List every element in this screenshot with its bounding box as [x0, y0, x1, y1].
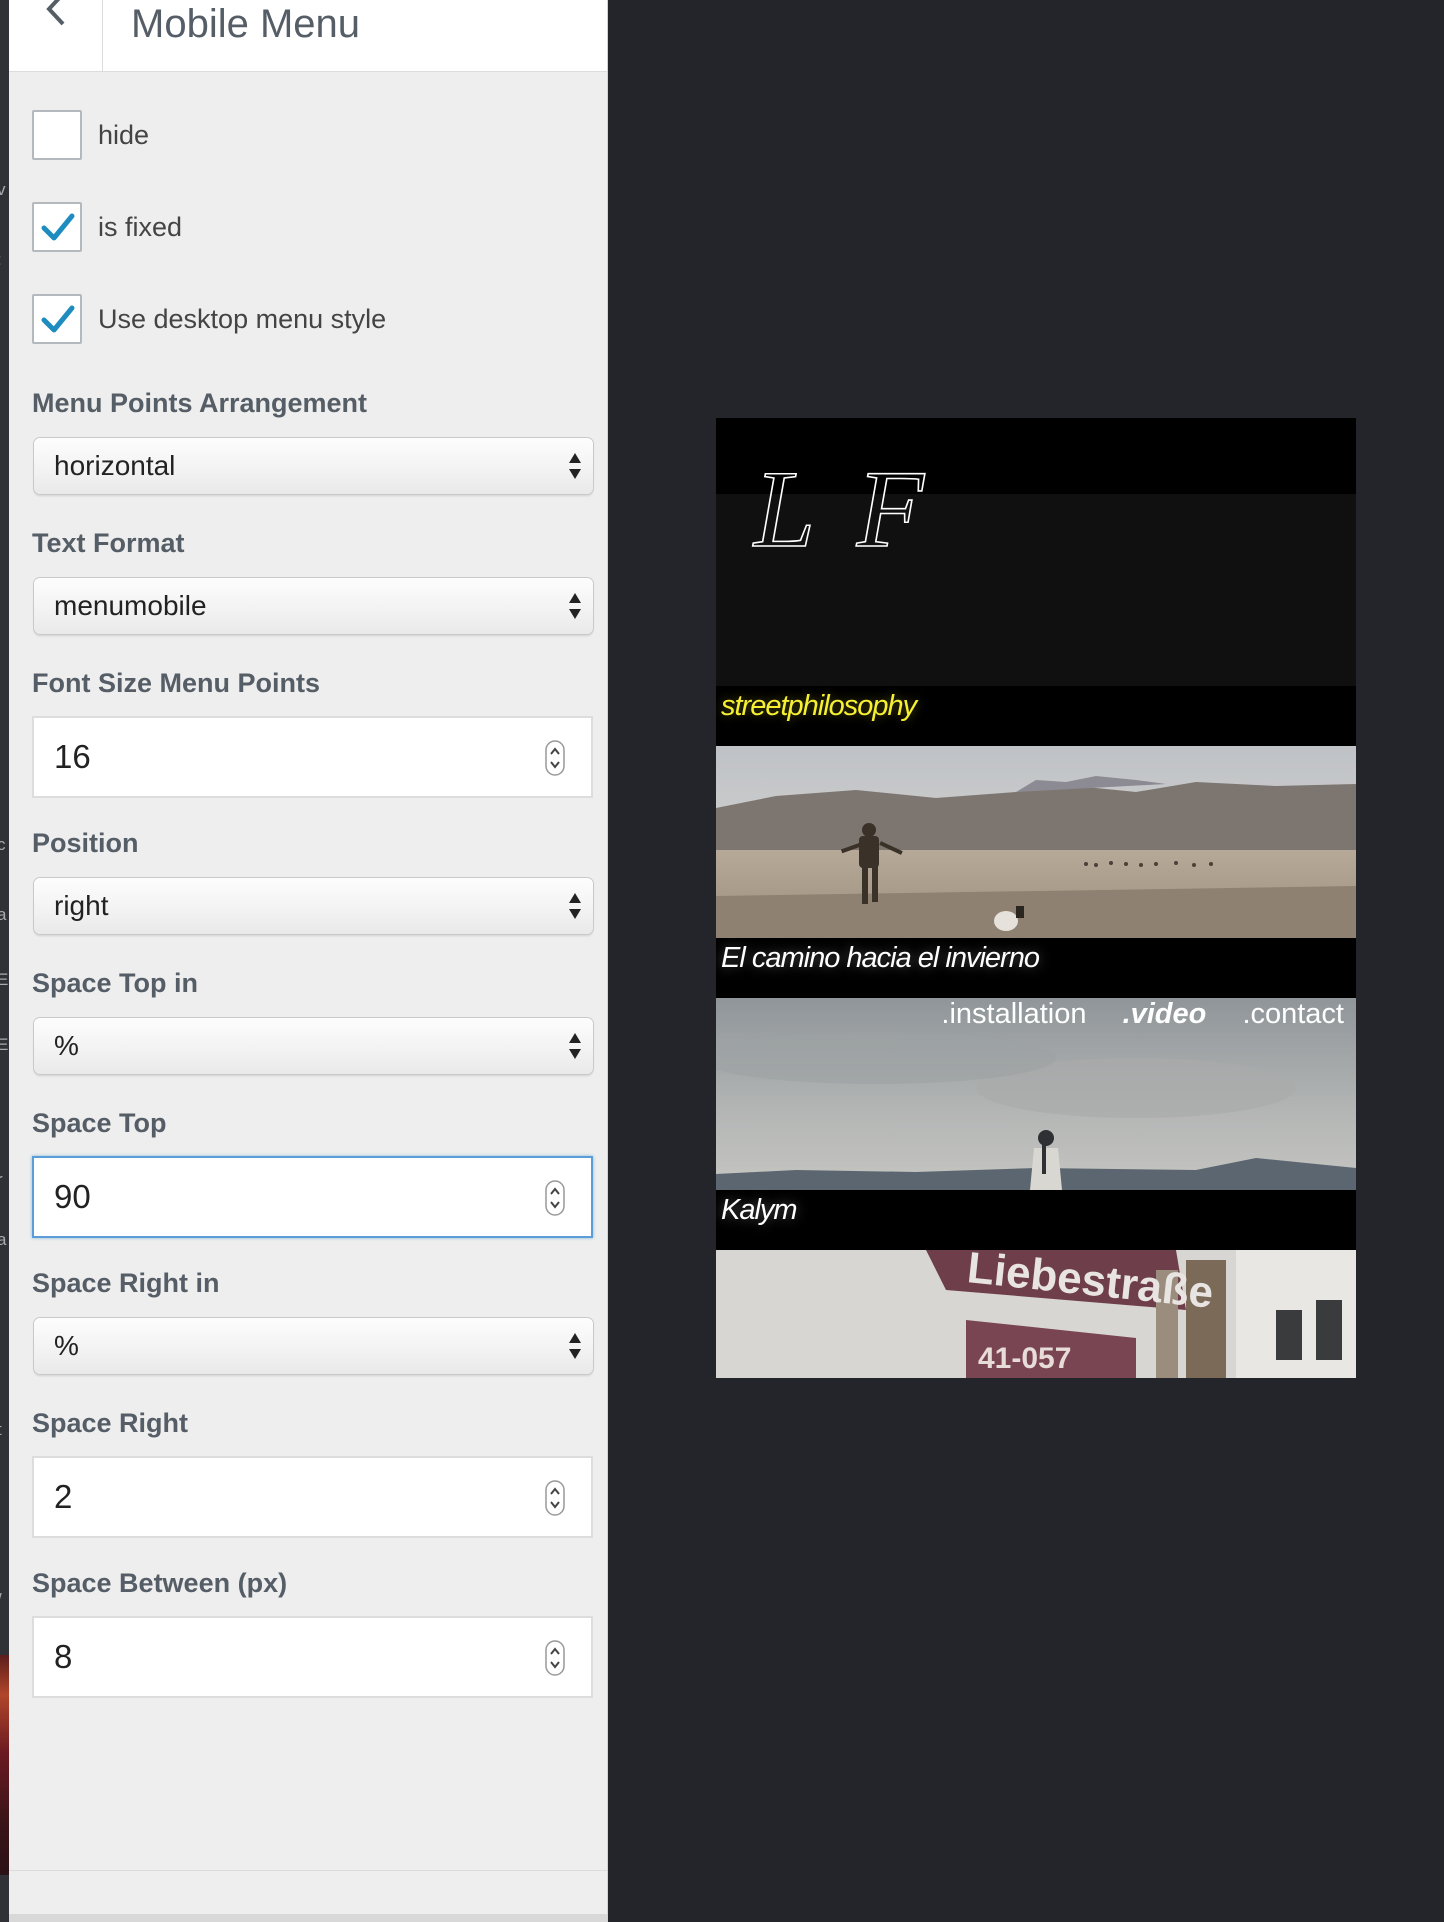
position-label: Position: [32, 828, 139, 858]
select-arrows-icon: [569, 593, 581, 619]
select-arrows-icon: [569, 1033, 581, 1059]
hide-label: hide: [98, 119, 150, 150]
svg-text:41-057: 41-057: [978, 1342, 1071, 1375]
select-arrows-icon: [569, 893, 581, 919]
is-fixed-label: is fixed: [98, 211, 183, 242]
menu-item-video[interactable]: .video: [1123, 998, 1207, 1030]
project-thumbnail-camino[interactable]: [716, 746, 1356, 938]
desktop-style-option: Use desktop menu style: [32, 294, 386, 344]
mobile-preview-frame: L F streetphilosophy El camino hacia el …: [716, 418, 1356, 1378]
space-top-unit-label: Space Top in: [32, 968, 199, 998]
space-top-value: 90: [54, 1178, 91, 1215]
font-size-label: Font Size Menu Points: [32, 668, 320, 698]
space-between-value: 8: [54, 1638, 73, 1675]
project-title-kalym[interactable]: Kalym: [721, 1194, 798, 1227]
menu-item-installation[interactable]: .installation: [941, 998, 1086, 1030]
space-right-value: 2: [54, 1478, 73, 1515]
panel-footer-divider: [9, 1870, 607, 1871]
checkmark-icon: [41, 213, 75, 241]
arrangement-label: Menu Points Arrangement: [32, 388, 368, 418]
desktop-style-checkbox[interactable]: [32, 294, 82, 344]
mobile-menu: .installation .video .contact: [913, 998, 1344, 1031]
chevron-left-icon: [46, 0, 65, 26]
project-title-camino[interactable]: El camino hacia el invierno: [721, 942, 1040, 975]
space-right-label: Space Right: [32, 1408, 189, 1438]
space-right-unit-select[interactable]: %: [34, 1318, 593, 1374]
checkmark-icon: [41, 305, 75, 333]
space-top-label: Space Top: [32, 1108, 167, 1138]
space-top-unit-value: %: [54, 1030, 79, 1061]
panel-scrollbar[interactable]: [9, 1914, 607, 1922]
space-top-unit-select[interactable]: %: [34, 1018, 593, 1074]
spinner-arrows-icon[interactable]: [545, 740, 565, 776]
is-fixed-checkbox[interactable]: [32, 202, 82, 252]
select-arrows-icon: [569, 1333, 581, 1359]
hide-option: hide: [32, 110, 149, 160]
space-right-unit-value: %: [54, 1330, 79, 1361]
customizer-panel: Mobile Menu hide is fixed Use desktop me…: [9, 0, 608, 1922]
hide-checkbox[interactable]: [32, 110, 82, 160]
spinner-arrows-icon[interactable]: [545, 1480, 565, 1516]
text-format-select[interactable]: menumobile: [34, 578, 593, 634]
space-between-input[interactable]: 8: [32, 1616, 593, 1698]
panel-title: Mobile Menu: [131, 2, 361, 46]
panel-header: Mobile Menu: [9, 0, 607, 72]
spinner-arrows-icon[interactable]: [545, 1640, 565, 1676]
site-logo[interactable]: L F: [753, 446, 932, 573]
project-title-streetphilosophy[interactable]: streetphilosophy: [721, 690, 917, 723]
background-admin-edge: v : c a E E i r a t /: [0, 0, 9, 1922]
space-top-input[interactable]: 90: [32, 1156, 593, 1238]
menu-item-contact[interactable]: .contact: [1242, 998, 1344, 1030]
project-thumbnail-street-sign[interactable]: Liebestraße 41-057: [716, 1250, 1356, 1378]
is-fixed-option: is fixed: [32, 202, 182, 252]
space-right-unit-label: Space Right in: [32, 1268, 220, 1298]
project-thumbnail-kalym[interactable]: .installation .video .contact: [716, 998, 1356, 1190]
select-arrows-icon: [569, 453, 581, 479]
space-between-label: Space Between (px): [32, 1568, 288, 1598]
arrangement-select[interactable]: horizontal: [34, 438, 593, 494]
font-size-input[interactable]: 16: [32, 716, 593, 798]
site-preview: L F streetphilosophy El camino hacia el …: [608, 0, 1444, 1922]
space-right-input[interactable]: 2: [32, 1456, 593, 1538]
desktop-style-label: Use desktop menu style: [98, 303, 387, 334]
position-select[interactable]: right: [34, 878, 593, 934]
font-size-value: 16: [54, 738, 91, 775]
street-sign-image: Liebestraße 41-057: [716, 1250, 1356, 1378]
landscape-image: [716, 746, 1356, 938]
text-format-label: Text Format: [32, 528, 185, 558]
arrangement-value: horizontal: [54, 450, 176, 481]
spinner-arrows-icon[interactable]: [545, 1180, 565, 1216]
text-format-value: menumobile: [54, 590, 207, 621]
back-button[interactable]: [9, 0, 103, 72]
position-value: right: [54, 890, 109, 921]
